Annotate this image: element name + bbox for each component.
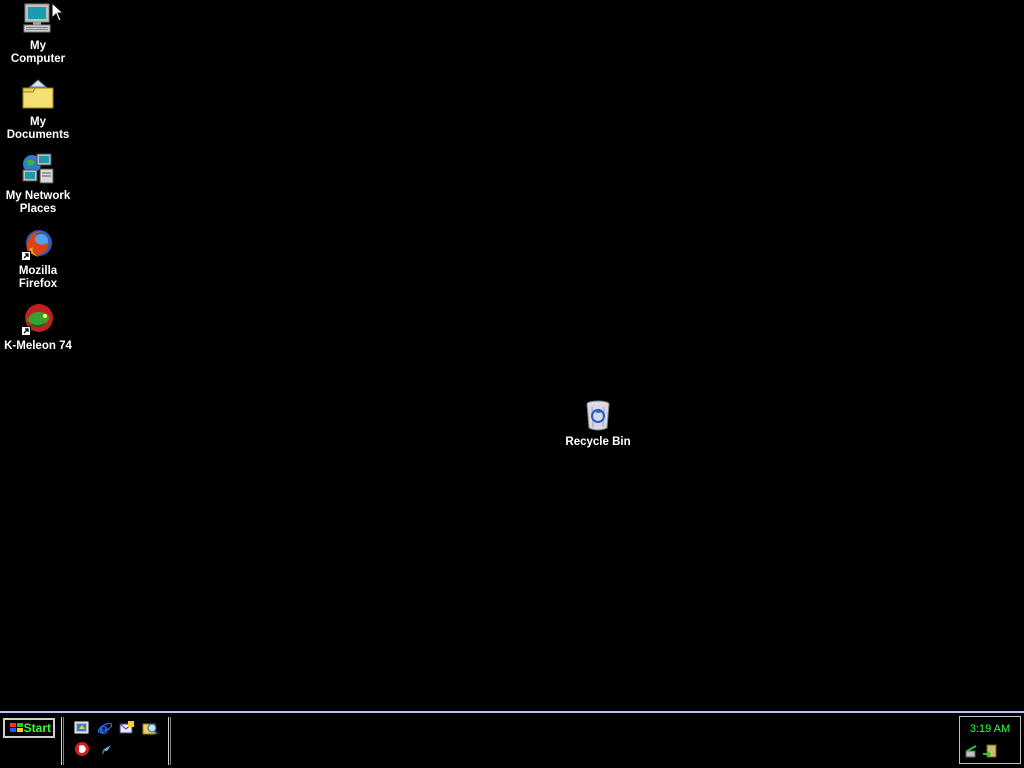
network-places-icon (21, 152, 55, 186)
outlook-express-icon[interactable] (119, 720, 135, 736)
internet-explorer-icon[interactable]: e (97, 720, 113, 736)
safely-remove-tray-icon[interactable] (982, 743, 998, 759)
desktop[interactable]: My Computer My Documents My Network Plac… (0, 0, 1024, 712)
quick-launch-separator[interactable] (61, 717, 64, 765)
task-area-separator[interactable] (168, 717, 171, 765)
show-desktop-icon[interactable] (74, 720, 90, 736)
windows-explorer-icon[interactable] (142, 720, 158, 736)
desktop-icon-label: Recycle Bin (565, 436, 631, 448)
firefox-icon (21, 227, 55, 261)
my-computer-icon (21, 2, 55, 36)
shortcut-arrow-icon (21, 251, 31, 261)
desktop-icon-recycle-bin[interactable]: Recycle Bin (560, 398, 636, 449)
recycle-bin-icon (581, 398, 615, 432)
clock[interactable]: 3:19 AM (960, 723, 1020, 735)
start-label: Start (23, 721, 51, 735)
desktop-icon-k-meleon[interactable]: K-Meleon 74 (0, 302, 76, 353)
network-tray-icon[interactable] (964, 743, 980, 759)
desktop-icon-mozilla-firefox[interactable]: Mozilla Firefox (0, 227, 76, 291)
desktop-icon-label: My Network Places (5, 190, 71, 215)
desktop-icon-my-computer[interactable]: My Computer (0, 2, 76, 66)
media-player-icon[interactable] (74, 741, 90, 757)
start-button[interactable]: Start (3, 718, 55, 738)
desktop-icon-label: My Documents (6, 116, 70, 141)
windows-logo-icon (10, 723, 23, 732)
taskbar[interactable]: Start e 3:19 AM (0, 711, 1024, 768)
messenger-icon[interactable] (97, 741, 113, 757)
desktop-icon-label: K-Meleon 74 (4, 340, 72, 352)
desktop-icon-network-places[interactable]: My Network Places (0, 152, 76, 216)
mouse-cursor-icon (51, 2, 63, 22)
my-documents-icon (21, 78, 55, 112)
k-meleon-icon (21, 302, 55, 336)
desktop-icon-label: Mozilla Firefox (18, 265, 58, 290)
system-tray: 3:19 AM (959, 716, 1021, 764)
desktop-icon-label: My Computer (10, 40, 66, 65)
shortcut-arrow-icon (21, 326, 31, 336)
desktop-icon-my-documents[interactable]: My Documents (0, 78, 76, 142)
